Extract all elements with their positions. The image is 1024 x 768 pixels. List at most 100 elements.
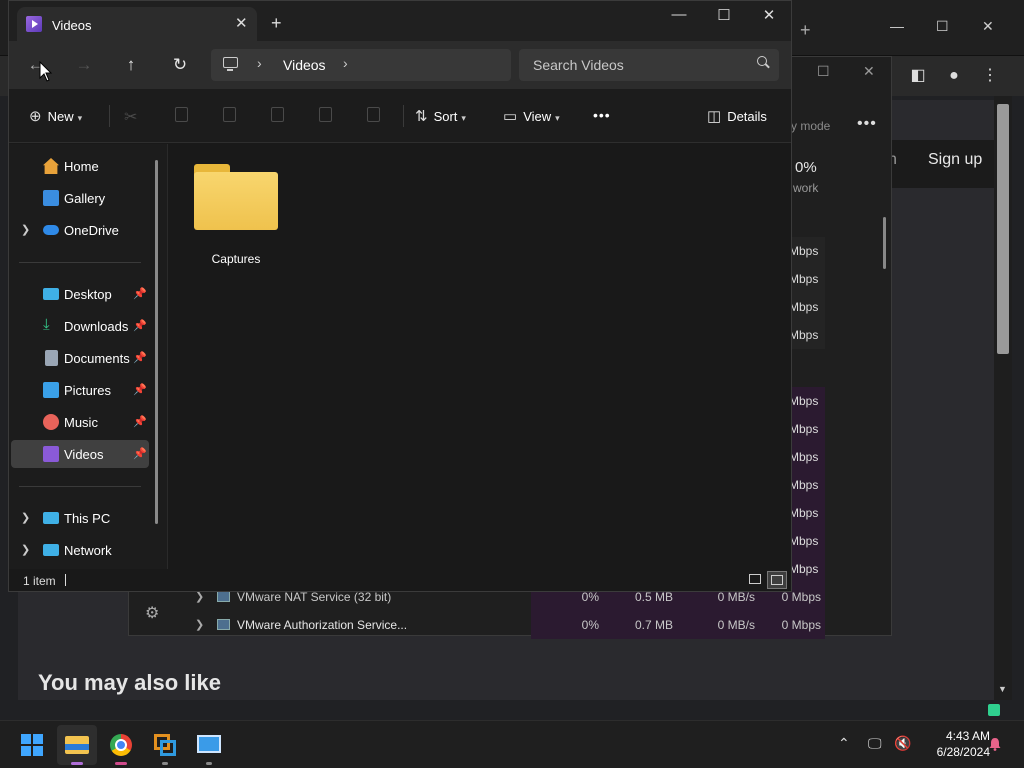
sidebar-item-pictures[interactable]: Pictures 📌 [11,376,149,404]
sidebar-item-desktop[interactable]: Desktop 📌 [11,280,149,308]
taskbar-file-explorer[interactable] [57,725,97,765]
sidebar-item-label: Music [64,415,98,430]
cut-icon[interactable]: ✂ [124,107,137,127]
breadcrumb-chevron-icon[interactable]: › [257,55,262,71]
signup-link[interactable]: Sign up [928,151,982,169]
new-tab-button[interactable]: + [271,13,282,34]
windows-logo-icon [21,734,43,756]
sidebar-item-music[interactable]: Music 📌 [11,408,149,436]
rename-icon[interactable] [267,105,287,125]
breadcrumb-videos[interactable]: Videos [283,57,326,73]
expand-chevron-icon[interactable]: ❯ [21,543,30,556]
sidebar-item-documents[interactable]: Documents 📌 [11,344,149,372]
clock-time: 4:43 AM [945,729,990,743]
expand-chevron-icon[interactable]: ❯ [195,618,204,631]
expand-chevron-icon[interactable]: ❯ [21,223,30,236]
pin-icon[interactable]: 📌 [133,447,147,460]
close-icon[interactable]: ✕ [757,6,781,24]
browser-maximize-icon[interactable]: ☐ [936,18,949,35]
onedrive-icon [43,225,59,235]
network-status-icon[interactable]: 🖵 [868,735,882,752]
paste-icon[interactable] [219,105,239,125]
taskbar-vmware[interactable] [145,725,185,765]
browser-close-icon[interactable]: ✕ [982,18,994,35]
start-button[interactable] [12,725,52,765]
sidebar-item-this-pc[interactable]: ❯ This PC [11,504,149,532]
tm-close-icon[interactable]: ✕ [863,63,875,80]
tm-scrollbar[interactable] [883,217,886,269]
tm-maximize-icon[interactable]: ☐ [817,63,830,80]
pin-icon[interactable]: 📌 [133,319,147,332]
details-button[interactable]: ◫ Details [707,107,767,125]
tab-close-icon[interactable]: ✕ [235,14,248,32]
search-box[interactable]: Search Videos [519,49,779,81]
taskbar-chrome[interactable] [101,725,141,765]
tm-more-icon[interactable]: ••• [857,115,877,133]
new-button[interactable]: ⊕ New ▾ [29,107,82,125]
maximize-icon[interactable]: ☐ [712,6,736,24]
share-icon[interactable] [315,105,335,125]
plus-circle-icon: ⊕ [29,108,42,125]
page-scrollbar[interactable]: ▼ [994,96,1012,700]
refresh-icon[interactable]: ↻ [167,53,193,77]
page-widget-icon[interactable] [988,704,1000,716]
this-pc-icon[interactable] [223,57,238,71]
show-hidden-icons-chevron-icon[interactable]: ⌃ [838,735,850,752]
address-bar[interactable]: › Videos › [211,49,511,81]
pin-icon[interactable]: 📌 [133,351,147,364]
forward-arrow-icon[interactable]: → [71,53,97,77]
tab-title: Videos [52,18,92,33]
search-placeholder[interactable]: Search Videos [533,57,624,73]
folder-item[interactable]: Captures [186,160,286,270]
pin-icon[interactable]: 📌 [133,287,147,300]
mbps-cell: Mbps [789,265,825,293]
sidebar-item-gallery[interactable]: Gallery [11,184,149,212]
network-header-label[interactable]: work [793,181,818,195]
clock[interactable]: 4:43 AM 6/28/2024 [914,728,990,760]
explorer-tab-bar: Videos ✕ + — ☐ ✕ [9,1,791,41]
volume-muted-icon[interactable]: 🔇 [894,735,911,752]
more-options-icon[interactable]: ••• [593,107,611,123]
sidebar-item-downloads[interactable]: ⤓ Downloads 📌 [11,312,149,340]
mbps-cell: Mbps [789,555,825,583]
sidebar-item-label: Documents [64,351,130,366]
large-icons-view-icon[interactable] [767,571,787,589]
sidebar-item-home[interactable]: Home [11,152,149,180]
sidebar-item-onedrive[interactable]: ❯ OneDrive [11,216,149,244]
sidebar-toggle-icon[interactable]: ◧ [906,64,930,88]
navigation-pane-scrollbar[interactable] [155,160,158,524]
up-arrow-icon[interactable]: ↑ [118,53,144,77]
view-button[interactable]: ▭ View ▾ [503,107,560,125]
sort-button[interactable]: ⇅ Sort ▾ [415,107,466,125]
process-row[interactable]: ❯ VMware Authorization Service... 0% 0.7… [179,611,825,639]
chevron-down-icon: ▾ [461,113,466,123]
browser-menu-icon[interactable]: ⋮ [978,64,1002,88]
service-icon [217,591,230,602]
scroll-down-arrow-icon[interactable]: ▼ [998,684,1007,694]
pin-icon[interactable]: 📌 [133,415,147,428]
search-icon[interactable] [757,56,767,66]
taskbar-app[interactable] [189,725,229,765]
expand-chevron-icon[interactable]: ❯ [21,511,30,524]
efficiency-mode-label[interactable]: y mode [791,119,830,133]
settings-gear-icon[interactable]: ⚙ [145,603,159,623]
copy-icon[interactable] [171,105,191,125]
delete-icon[interactable] [363,105,383,125]
chevron-down-icon: ▾ [77,113,83,123]
explorer-tab[interactable]: Videos ✕ [17,7,257,41]
sidebar-item-network[interactable]: ❯ Network [11,536,149,564]
browser-new-tab-button[interactable]: + [800,20,811,41]
profile-icon[interactable]: ● [942,64,966,88]
breadcrumb-chevron-icon[interactable]: › [343,55,348,71]
network-column-fragment: Mbps Mbps Mbps Mbps Mbps Mbps Mbps Mbps … [789,201,825,637]
details-view-icon[interactable] [745,571,765,589]
notification-bell-icon[interactable] [988,737,1002,751]
scrollbar-thumb[interactable] [997,104,1009,354]
browser-minimize-icon[interactable]: — [890,18,904,34]
sidebar-item-videos[interactable]: Videos 📌 [11,440,149,468]
pin-icon[interactable]: 📌 [133,383,147,396]
pictures-icon [43,382,59,398]
minimize-icon[interactable]: — [667,6,691,23]
desktop-icon [43,288,59,300]
details-label: Details [727,109,767,124]
